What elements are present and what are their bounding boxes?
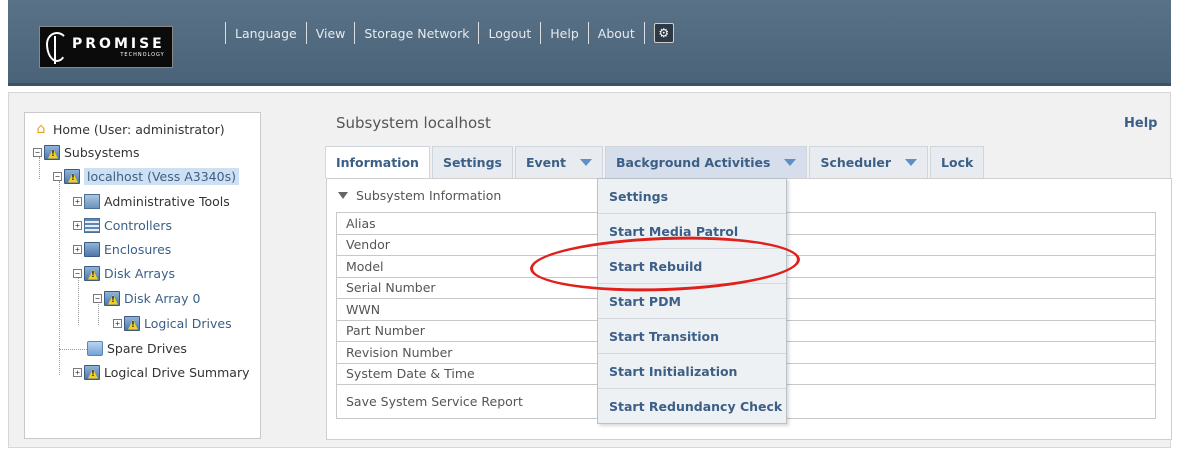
tree-item-label: Spare Drives (107, 340, 187, 356)
tree-item-logical-drive-summary[interactable]: + Logical Drive Summary (73, 362, 249, 382)
expand-toggle-icon[interactable]: + (73, 196, 82, 206)
tab-scheduler[interactable]: Scheduler (809, 146, 929, 178)
tab-label: Background Activities (616, 155, 771, 170)
nav-separator (354, 22, 356, 44)
tree-item-administrative-tools[interactable]: + Administrative Tools (73, 191, 230, 211)
tree-item-label: Disk Array 0 (124, 290, 201, 306)
tab-information[interactable]: Information (325, 146, 430, 178)
tab-label: Scheduler (820, 155, 892, 170)
promise-logo-mark-icon (46, 32, 68, 64)
logical-drive-warning-icon (84, 364, 100, 380)
expand-toggle-icon[interactable]: + (73, 244, 82, 254)
tree-item-home[interactable]: ⌂ Home (User: administrator) (33, 119, 225, 139)
tree-item-label: Home (User: administrator) (53, 121, 225, 137)
nav-separator (643, 22, 645, 44)
menu-item-start-redundancy-check[interactable]: Start Redundancy Check (598, 389, 786, 424)
tree-item-label: Subsystems (64, 144, 140, 160)
background-activities-menu: Settings Start Media Patrol Start Rebuil… (597, 178, 787, 424)
collapse-toggle-icon[interactable]: − (73, 268, 82, 278)
tab-settings[interactable]: Settings (431, 146, 513, 178)
tree-item-label: Disk Arrays (104, 265, 176, 281)
nav-help[interactable]: Help (550, 26, 579, 41)
nav-about[interactable]: About (598, 26, 635, 41)
tab-event[interactable]: Event (514, 146, 604, 178)
page-title: Subsystem localhost (336, 114, 491, 132)
tree-connector (78, 277, 79, 325)
navigation-tree: ⌂ Home (User: administrator) − Subsystem… (24, 112, 261, 439)
tree-item-label: Controllers (104, 217, 172, 233)
tab-label: Information (336, 155, 419, 170)
controller-icon (84, 217, 100, 233)
top-header: PROMISE TECHNOLOGY Language View Storage… (8, 0, 1171, 86)
tab-background-activities[interactable]: Background Activities (605, 146, 808, 178)
section-header[interactable]: Subsystem Information (338, 188, 501, 203)
dropdown-arrow-icon[interactable] (580, 159, 593, 166)
subsystem-warning-icon (64, 168, 80, 184)
tree-item-disk-arrays[interactable]: − Disk Arrays (73, 263, 175, 283)
promise-logo: PROMISE TECHNOLOGY (39, 26, 173, 68)
tools-icon (84, 193, 100, 209)
expand-toggle-icon[interactable]: + (73, 220, 82, 230)
nav-separator (225, 22, 226, 44)
menu-item-settings[interactable]: Settings (598, 179, 786, 214)
tree-item-label: localhost (Vess A3340s) (84, 167, 239, 185)
collapse-toggle-icon[interactable]: − (93, 293, 102, 303)
home-icon: ⌂ (36, 121, 46, 137)
nav-separator (478, 22, 480, 44)
tree-connector (59, 181, 60, 375)
menu-item-start-initialization[interactable]: Start Initialization (598, 354, 786, 389)
tree-item-label: Administrative Tools (104, 193, 230, 209)
nav-separator (587, 22, 589, 44)
disk-array-warning-icon (104, 290, 120, 306)
disk-array-warning-icon (84, 265, 100, 281)
menu-item-start-transition[interactable]: Start Transition (598, 319, 786, 354)
tree-item-disk-array-0[interactable]: − Disk Array 0 (93, 288, 200, 308)
nav-separator (540, 22, 542, 44)
nav-view[interactable]: View (316, 26, 346, 41)
system-status-icon[interactable]: ⚙ (653, 23, 674, 43)
tab-label: Lock (941, 155, 974, 170)
tree-item-spare-drives[interactable]: Spare Drives (87, 338, 187, 358)
tab-label: Event (525, 155, 567, 170)
collapse-triangle-icon[interactable] (338, 192, 348, 199)
tree-item-logical-drives[interactable]: + Logical Drives (113, 313, 232, 333)
tree-connector (59, 349, 87, 350)
top-navigation: Language View Storage Network Logout Hel… (216, 22, 674, 44)
logical-drive-warning-icon (124, 315, 140, 331)
section-title: Subsystem Information (356, 188, 502, 203)
tab-label: Settings (442, 155, 502, 170)
nav-logout[interactable]: Logout (488, 26, 531, 41)
tree-item-label: Enclosures (104, 241, 172, 257)
logo-subtitle: TECHNOLOGY (120, 51, 165, 58)
nav-storage-network[interactable]: Storage Network (364, 26, 469, 41)
nav-separator (305, 22, 307, 44)
tab-bar: Information Settings Event Background Ac… (325, 146, 986, 178)
tree-item-localhost[interactable]: − localhost (Vess A3340s) (53, 166, 239, 186)
nav-language[interactable]: Language (235, 26, 297, 41)
tab-lock[interactable]: Lock (930, 146, 985, 178)
spare-drive-icon (87, 340, 103, 356)
collapse-toggle-icon[interactable]: − (53, 171, 62, 181)
expand-toggle-icon[interactable]: + (73, 367, 82, 377)
expand-toggle-icon[interactable]: + (113, 318, 122, 328)
help-link[interactable]: Help (1124, 116, 1157, 131)
tree-item-label: Logical Drives (144, 315, 232, 331)
dropdown-arrow-icon[interactable] (784, 159, 797, 166)
tree-item-label: Logical Drive Summary (104, 364, 250, 380)
collapse-toggle-icon[interactable]: − (33, 147, 42, 157)
enclosure-icon (84, 241, 100, 257)
logo-name: PROMISE (72, 35, 165, 52)
dropdown-arrow-icon[interactable] (905, 159, 918, 166)
subsystem-warning-icon (44, 144, 60, 160)
tree-item-subsystems[interactable]: − Subsystems (33, 142, 140, 162)
tree-item-controllers[interactable]: + Controllers (73, 215, 172, 235)
tree-item-enclosures[interactable]: + Enclosures (73, 239, 171, 259)
